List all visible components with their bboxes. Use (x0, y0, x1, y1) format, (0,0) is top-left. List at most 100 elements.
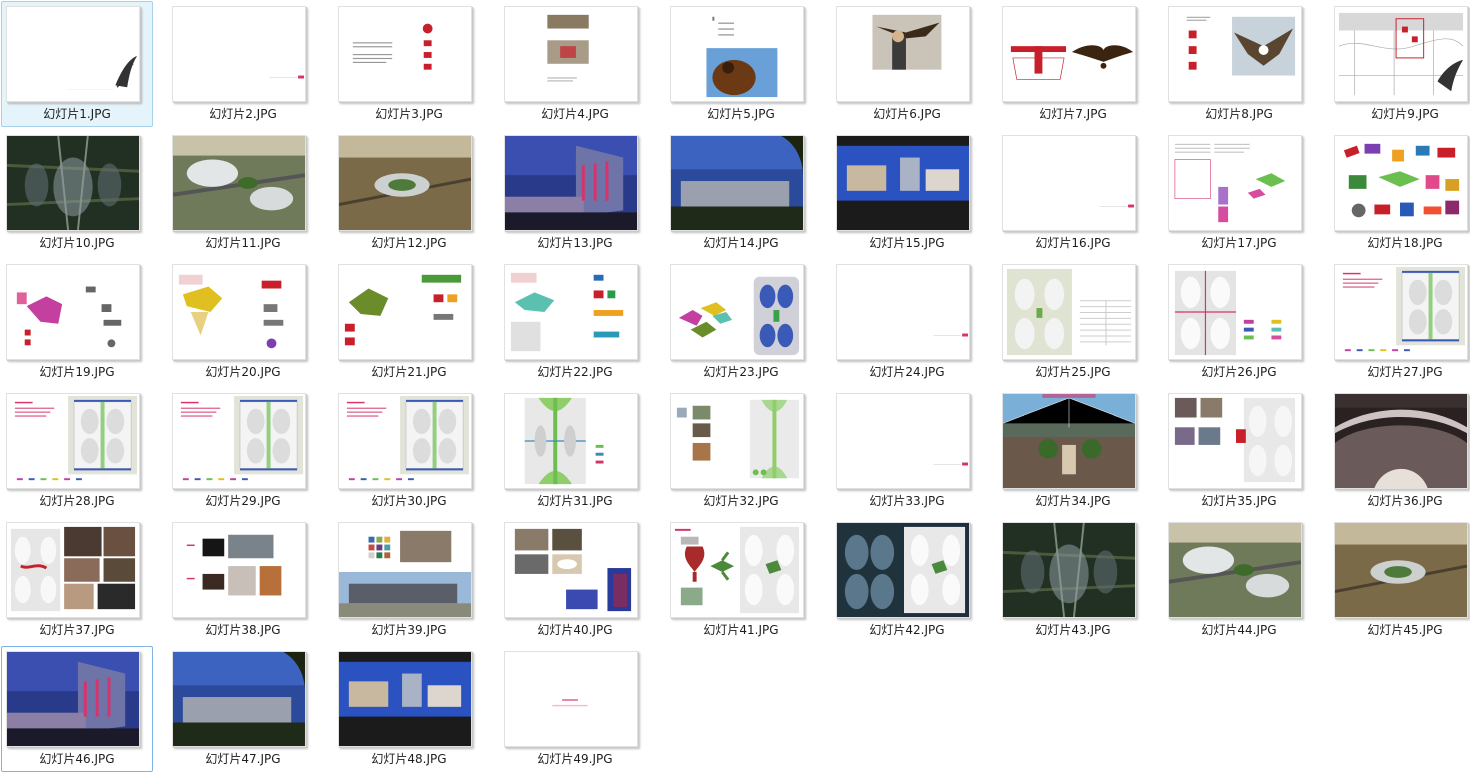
file-item[interactable]: 幻灯片2.JPG (167, 1, 319, 127)
thumbnail-image (1169, 265, 1301, 359)
thumbnail-image (671, 265, 803, 359)
file-thumbnail (172, 651, 306, 747)
thumbnail-image (1335, 394, 1467, 488)
thumbnail-image (173, 136, 305, 230)
thumbnail-image (1169, 523, 1301, 617)
file-item[interactable]: 幻灯片23.JPG (665, 259, 817, 385)
file-item[interactable]: 幻灯片5.JPG (665, 1, 817, 127)
file-item[interactable]: 幻灯片12.JPG (333, 130, 485, 256)
file-name-label: 幻灯片27.JPG (1367, 365, 1443, 379)
file-item[interactable]: 幻灯片48.JPG (333, 646, 485, 772)
file-thumbnail (6, 264, 140, 360)
file-thumbnail (338, 6, 472, 102)
file-item[interactable]: 幻灯片21.JPG (333, 259, 485, 385)
file-thumbnail (1168, 135, 1302, 231)
file-item[interactable]: 幻灯片7.JPG (997, 1, 1149, 127)
file-thumbnail (1334, 6, 1468, 102)
file-item[interactable]: 幻灯片38.JPG (167, 517, 319, 643)
file-item[interactable]: 幻灯片4.JPG (499, 1, 651, 127)
file-name-label: 幻灯片33.JPG (869, 494, 945, 508)
file-item[interactable]: 幻灯片35.JPG (1163, 388, 1315, 514)
thumbnail-image (7, 394, 139, 488)
file-name-label: 幻灯片26.JPG (1201, 365, 1277, 379)
file-name-label: 幻灯片24.JPG (869, 365, 945, 379)
thumbnail-image (1169, 7, 1301, 101)
file-item[interactable]: ········································… (1, 1, 153, 127)
file-item[interactable]: 幻灯片6.JPG (831, 1, 983, 127)
file-item[interactable]: 幻灯片30.JPG (333, 388, 485, 514)
file-item[interactable]: 幻灯片32.JPG (665, 388, 817, 514)
thumbnail-image (7, 652, 139, 746)
file-name-label: 幻灯片25.JPG (1035, 365, 1111, 379)
file-item[interactable]: 幻灯片28.JPG (1, 388, 153, 514)
file-name-label: 幻灯片2.JPG (209, 107, 277, 121)
file-name-label: 幻灯片15.JPG (869, 236, 945, 250)
file-item[interactable]: 幻灯片22.JPG (499, 259, 651, 385)
thumbnail-image (7, 136, 139, 230)
file-name-label: 幻灯片18.JPG (1367, 236, 1443, 250)
svg-text:······························: ········································… (66, 87, 114, 91)
file-item[interactable]: 幻灯片19.JPG (1, 259, 153, 385)
file-name-label: 幻灯片11.JPG (205, 236, 281, 250)
file-thumbnail (338, 135, 472, 231)
file-thumbnail (670, 264, 804, 360)
file-item[interactable]: 幻灯片10.JPG (1, 130, 153, 256)
file-thumbnail (670, 6, 804, 102)
file-item[interactable]: 幻灯片49.JPG (499, 646, 651, 772)
file-thumbnail (1334, 522, 1468, 618)
file-thumbnail (504, 651, 638, 747)
file-item[interactable]: 幻灯片44.JPG (1163, 517, 1315, 643)
file-item[interactable]: 幻灯片42.JPG (831, 517, 983, 643)
file-item[interactable]: 幻灯片26.JPG (1163, 259, 1315, 385)
thumbnail-image (837, 394, 969, 488)
file-item[interactable]: 幻灯片15.JPG (831, 130, 983, 256)
file-thumbnail (6, 393, 140, 489)
file-item[interactable]: 幻灯片34.JPG (997, 388, 1149, 514)
thumbnail-image (505, 394, 637, 488)
file-item[interactable]: 幻灯片29.JPG (167, 388, 319, 514)
file-item[interactable]: 幻灯片20.JPG (167, 259, 319, 385)
file-item[interactable]: 幻灯片17.JPG (1163, 130, 1315, 256)
file-item[interactable]: 幻灯片43.JPG (997, 517, 1149, 643)
file-item[interactable]: 幻灯片41.JPG (665, 517, 817, 643)
file-item[interactable]: 幻灯片16.JPG (997, 130, 1149, 256)
file-item[interactable]: 幻灯片8.JPG (1163, 1, 1315, 127)
file-item[interactable]: 幻灯片13.JPG (499, 130, 651, 256)
file-item[interactable]: 幻灯片45.JPG (1329, 517, 1470, 643)
file-item[interactable]: 幻灯片33.JPG (831, 388, 983, 514)
thumbnail-image (1003, 394, 1135, 488)
file-thumbnail (1002, 522, 1136, 618)
file-name-label: 幻灯片29.JPG (205, 494, 281, 508)
file-item[interactable]: 幻灯片18.JPG (1329, 130, 1470, 256)
file-item[interactable]: 幻灯片39.JPG (333, 517, 485, 643)
file-name-label: 幻灯片3.JPG (375, 107, 443, 121)
file-item[interactable]: 幻灯片11.JPG (167, 130, 319, 256)
thumbnail-image (1003, 7, 1135, 101)
file-item[interactable]: 幻灯片40.JPG (499, 517, 651, 643)
thumbnail-image (671, 394, 803, 488)
file-thumbnail (836, 264, 970, 360)
thumbnail-image (339, 265, 471, 359)
file-thumbnail (836, 393, 970, 489)
thumbnail-image (7, 265, 139, 359)
thumbnail-image (173, 523, 305, 617)
file-thumbnail (1168, 6, 1302, 102)
file-item[interactable]: 幻灯片25.JPG (997, 259, 1149, 385)
file-item[interactable]: 幻灯片31.JPG (499, 388, 651, 514)
file-item[interactable]: 幻灯片37.JPG (1, 517, 153, 643)
file-item[interactable]: 幻灯片24.JPG (831, 259, 983, 385)
thumbnail-image (173, 265, 305, 359)
thumbnail-image (1335, 7, 1467, 101)
file-item[interactable]: 幻灯片36.JPG (1329, 388, 1470, 514)
file-thumbnail (6, 522, 140, 618)
file-item[interactable]: 幻灯片9.JPG (1329, 1, 1470, 127)
file-item[interactable]: 幻灯片14.JPG (665, 130, 817, 256)
file-item[interactable]: 幻灯片47.JPG (167, 646, 319, 772)
file-name-label: 幻灯片35.JPG (1201, 494, 1277, 508)
file-thumbnail (670, 522, 804, 618)
file-item[interactable]: 幻灯片46.JPG (1, 646, 153, 772)
thumbnail-image (505, 523, 637, 617)
thumbnail-image (1169, 394, 1301, 488)
file-item[interactable]: 幻灯片3.JPG (333, 1, 485, 127)
file-item[interactable]: 幻灯片27.JPG (1329, 259, 1470, 385)
